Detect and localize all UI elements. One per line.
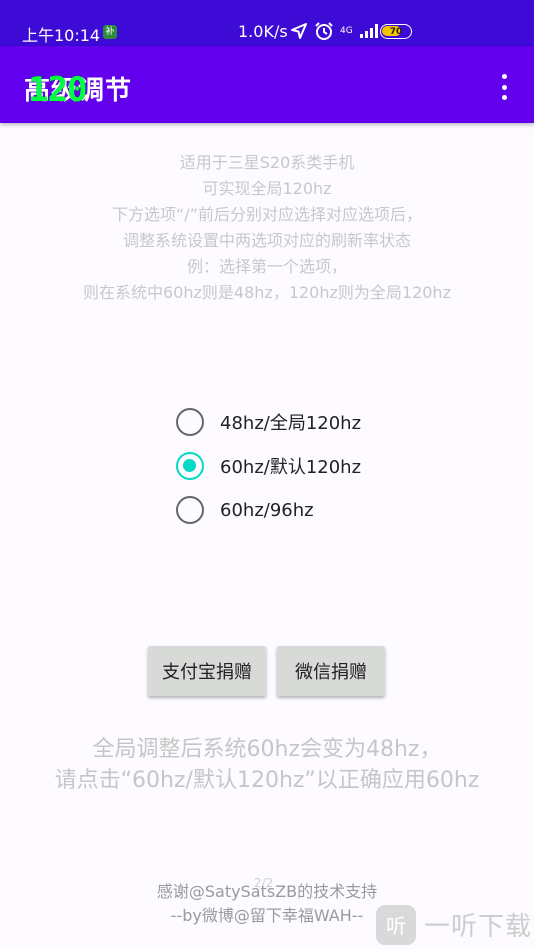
description-line: 则在系统中60hz则是48hz，120hz则为全局120hz [83, 283, 451, 302]
radio-option-48hz[interactable]: 48hz/全局120hz [176, 400, 361, 444]
notice-line: 全局调整后系统60hz会变为48hz， [92, 737, 442, 762]
signal-icon [359, 24, 378, 38]
radio-label[interactable]: 60hz/96hz [220, 500, 314, 521]
battery-level: 70 [389, 26, 403, 37]
description-line: 适用于三星S20系类手机 [179, 153, 355, 172]
radio-option-60hz-default[interactable]: 60hz/默认120hz [176, 444, 361, 488]
alipay-donate-button[interactable]: 支付宝捐赠 [148, 646, 266, 696]
status-bar: 上午10:14 补 1.0K/s 4G 70 [0, 0, 534, 46]
network-speed: 1.0K/s [238, 22, 288, 41]
menu-dot [501, 95, 507, 100]
watermark-logo-icon: 听 [376, 904, 416, 945]
wechat-donate-button[interactable]: 微信捐赠 [277, 646, 385, 696]
description-line: 调整系统设置中两选项对应的刷新率状态 [122, 231, 411, 250]
radio-option-60hz-96hz[interactable]: 60hz/96hz [176, 488, 361, 532]
notice-line: 请点击“60hz/默认120hz”以正确应用60hz [54, 768, 480, 793]
network-type: 4G [340, 25, 353, 36]
app-bar: 高级调节 120 [0, 46, 534, 123]
status-time: 上午10:14 [22, 26, 101, 45]
description-line: 可实现全局120hz [202, 179, 332, 198]
description-line: 下方选项“/”前后分别对应选择对应选项后， [112, 205, 422, 224]
refresh-rate-options: 48hz/全局120hz 60hz/默认120hz 60hz/96hz [176, 400, 361, 532]
menu-dot [501, 84, 507, 90]
radio-button[interactable] [176, 452, 204, 480]
menu-dot [501, 74, 507, 79]
radio-label[interactable]: 48hz/全局120hz [220, 409, 361, 435]
battery-icon: 70 [380, 24, 412, 39]
status-icons: 4G [290, 20, 381, 42]
description-line: 例：选择第一个选项， [186, 257, 347, 276]
notification-app-icon: 补 [103, 25, 117, 39]
watermark-text: 一听下载 [424, 912, 533, 942]
alarm-icon [315, 22, 333, 40]
watermark: 听 一听下载 [372, 900, 534, 949]
radio-button[interactable] [176, 408, 204, 436]
refresh-rate-overlay: 120 [28, 70, 87, 110]
more-vert-icon[interactable] [494, 72, 514, 102]
notice-text: 全局调整后系统60hz会变为48hz， 请点击“60hz/默认120hz”以正确… [0, 734, 534, 796]
radio-label[interactable]: 60hz/默认120hz [220, 453, 361, 479]
radio-button[interactable] [176, 496, 204, 524]
description-text: 适用于三星S20系类手机 可实现全局120hz 下方选项“/”前后分别对应选择对… [0, 150, 534, 306]
location-icon [291, 23, 307, 39]
